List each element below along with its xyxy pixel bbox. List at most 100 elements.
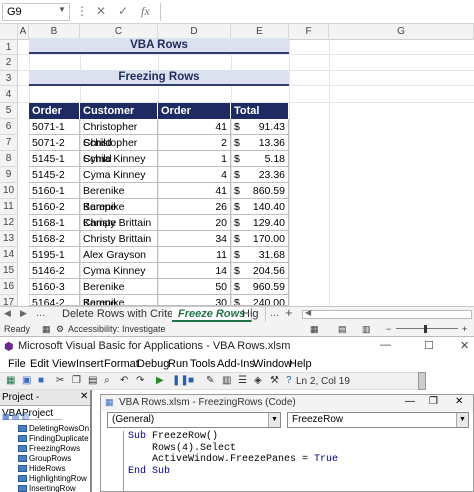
cell-price[interactable]: 13.36 [245,135,289,151]
cell-order-no[interactable]: 5168-2 [29,231,80,247]
row-header[interactable]: 10 [0,183,18,199]
minimize-icon[interactable]: — [405,396,415,407]
cell-price[interactable]: 240.00 [245,295,289,306]
project-item[interactable]: GroupRows [18,454,71,464]
chevron-down-icon[interactable]: ▼ [58,5,66,14]
menu-file[interactable]: File [8,356,26,372]
cell-quantity[interactable]: 20 [158,215,231,231]
cell-customer[interactable]: Alex Grayson [80,247,158,263]
cell-customer[interactable]: Christopher Schild [80,135,158,165]
help-icon[interactable]: ? [286,375,292,386]
cell-customer[interactable]: Christy Brittain [80,215,158,231]
cell-order-no[interactable]: 5145-1 [29,151,80,167]
chevron-down-icon[interactable]: ▼ [456,413,468,427]
project-item[interactable]: HighlightingRow [18,474,87,484]
restore-icon[interactable]: ❐ [429,396,438,407]
horizontal-scrollbar[interactable]: ◀ [302,308,472,319]
row-header[interactable]: 8 [0,151,18,167]
cell-currency[interactable]: $ [231,199,245,215]
cell-currency[interactable]: $ [231,295,245,306]
row-header[interactable]: 6 [0,119,18,135]
object-browser-icon[interactable]: ◈ [254,375,262,386]
cell-quantity[interactable]: 34 [158,231,231,247]
cell-price[interactable]: 170.00 [245,231,289,247]
close-icon[interactable]: ✕ [80,391,88,402]
cell-order-no[interactable]: 5146-2 [29,263,80,279]
column-header[interactable]: A [18,24,29,40]
caret-left-icon[interactable]: ◀ [4,308,11,319]
cell-currency[interactable]: $ [231,263,245,279]
row-header[interactable]: 17 [0,295,18,306]
cell-currency[interactable]: $ [231,151,245,167]
enter-icon[interactable]: ✓ [118,4,128,18]
cell-customer[interactable]: Cyma Kinney [80,151,158,167]
code-editor[interactable]: Sub FreezeRow() Rows(4).Select ActiveWin… [123,431,463,491]
page-break-icon[interactable]: ▥ [362,322,371,336]
cell-currency[interactable]: $ [231,183,245,199]
row-header[interactable]: 13 [0,231,18,247]
row-header[interactable]: 14 [0,247,18,263]
zoom-slider-thumb[interactable] [424,325,427,333]
cell-customer[interactable]: Berenike Kampe [80,295,158,306]
cell-order-no[interactable]: 5164-2 [29,295,80,306]
cell-customer[interactable]: Cyma Kinney [80,167,158,183]
cell-price[interactable]: 31.68 [245,247,289,263]
cancel-icon[interactable]: ✕ [96,4,106,18]
toolbox-icon[interactable]: ⚒ [270,375,279,386]
add-sheet-icon[interactable]: + [285,305,293,320]
cell-order-no[interactable]: 5071-1 [29,119,80,135]
copy-icon[interactable]: ❐ [72,375,81,386]
cell-quantity[interactable]: 4 [158,167,231,183]
cell-quantity[interactable]: 11 [158,247,231,263]
zoom-slider[interactable] [396,328,458,329]
page-layout-icon[interactable]: ▤ [338,322,347,336]
column-header[interactable]: F [289,24,329,40]
select-all-corner[interactable] [0,24,18,40]
cell-order-no[interactable]: 5195-1 [29,247,80,263]
cell-order-no[interactable]: 5160-2 [29,199,80,215]
row-header[interactable]: 4 [0,86,18,103]
row-header[interactable]: 1 [0,40,18,55]
cell-currency[interactable]: $ [231,231,245,247]
undo-icon[interactable]: ↶ [120,375,128,386]
project-item[interactable]: HideRows [18,464,65,474]
cell-quantity[interactable]: 1 [158,151,231,167]
break-icon[interactable]: ❚❚ [172,375,189,386]
close-icon[interactable]: ✕ [455,396,463,407]
menu-insert[interactable]: Insert [76,356,104,372]
cell-quantity[interactable]: 41 [158,183,231,199]
cell-price[interactable]: 960.59 [245,279,289,295]
toolbar-scroll[interactable] [418,372,426,390]
accessibility-status[interactable]: Accessibility: Investigate [68,322,166,336]
menu-view[interactable]: View [52,356,76,372]
excel-view-icon[interactable]: ▦ [6,375,15,386]
cell-order-no[interactable]: 5071-2 [29,135,80,151]
cell-quantity[interactable]: 30 [158,295,231,306]
cell-customer[interactable]: Christopher Schild [80,119,158,149]
zoom-in-icon[interactable]: + [462,322,467,336]
save-icon[interactable]: ■ [38,375,44,386]
cell-currency[interactable]: $ [231,247,245,263]
cell-currency[interactable]: $ [231,167,245,183]
paste-icon[interactable]: ▤ [88,375,97,386]
find-icon[interactable]: ⌕ [104,375,110,386]
cell-price[interactable]: 204.56 [245,263,289,279]
tab-hig[interactable]: Hig [236,307,266,322]
cell-order-no[interactable]: 5168-1 [29,215,80,231]
properties-icon[interactable]: ☰ [238,375,247,386]
row-header[interactable]: 2 [0,55,18,71]
menu-edit[interactable]: Edit [30,356,49,372]
cell-quantity[interactable]: 2 [158,135,231,151]
tabs-more-right[interactable]: ... [270,307,279,319]
cell-customer[interactable]: Berenike Kampe [80,183,158,213]
project-item[interactable]: FindingDuplicate [18,434,89,444]
view-code-icon[interactable]: ▦ ▤ ▥ [2,412,29,421]
chevron-down-icon[interactable]: ▼ [268,413,280,427]
cell-customer[interactable]: Berenike Kampe [80,279,158,309]
cell-currency[interactable]: $ [231,135,245,151]
close-icon[interactable]: ✕ [460,339,469,352]
project-explorer-icon[interactable]: ▥ [222,375,231,386]
cell-currency[interactable]: $ [231,119,245,135]
cell-quantity[interactable]: 50 [158,279,231,295]
cell-customer[interactable]: Berenike Kampe [80,199,158,229]
